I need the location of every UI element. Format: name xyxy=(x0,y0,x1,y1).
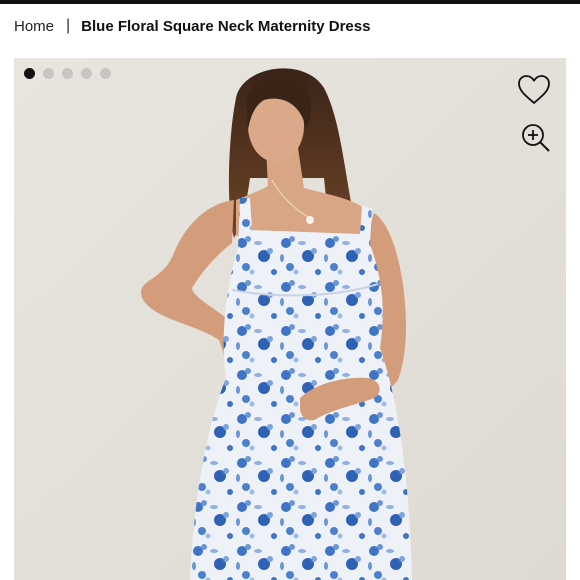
breadcrumb: Home | Blue Floral Square Neck Maternity… xyxy=(14,14,370,38)
zoom-in-icon[interactable] xyxy=(520,122,552,154)
gallery-dot-2[interactable] xyxy=(43,68,54,79)
top-bar xyxy=(0,0,580,4)
product-photo xyxy=(14,58,566,580)
product-page: Home | Blue Floral Square Neck Maternity… xyxy=(0,0,580,580)
gallery-dots xyxy=(24,68,111,79)
breadcrumb-home-link[interactable]: Home xyxy=(14,18,54,35)
breadcrumb-separator: | xyxy=(66,17,71,34)
breadcrumb-current: Blue Floral Square Neck Maternity Dress xyxy=(81,17,371,35)
gallery-dot-4[interactable] xyxy=(81,68,92,79)
gallery-dot-5[interactable] xyxy=(100,68,111,79)
heart-icon[interactable] xyxy=(516,72,552,108)
gallery-dot-3[interactable] xyxy=(62,68,73,79)
gallery-dot-1[interactable] xyxy=(24,68,35,79)
product-image-gallery[interactable] xyxy=(14,58,566,580)
